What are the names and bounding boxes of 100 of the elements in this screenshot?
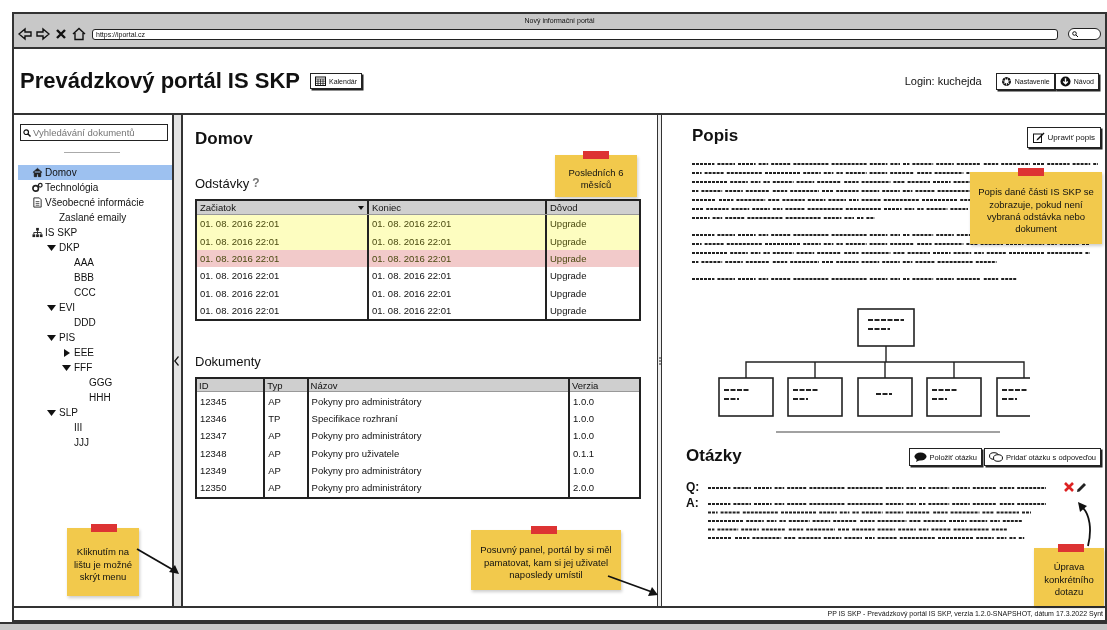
- tree-item[interactable]: Všeobecné informácie: [18, 195, 172, 210]
- table-cell: 12345: [196, 391, 265, 410]
- tree-item[interactable]: Zaslané emaily: [18, 210, 172, 225]
- arrow: [135, 547, 181, 577]
- document-icon: [32, 197, 43, 208]
- tree-item[interactable]: HHH: [18, 390, 172, 405]
- table-cell: 1.0.0: [568, 409, 640, 428]
- settings-icon: [1000, 75, 1012, 87]
- help-icon[interactable]: ?: [252, 176, 260, 190]
- tree-item[interactable]: Domov: [18, 165, 172, 180]
- tree-item[interactable]: GGG: [18, 375, 172, 390]
- org-chart-node: [857, 377, 913, 417]
- table-cell: 0.1.1: [568, 444, 640, 462]
- table-cell-text: 01. 08. 2016 22:01: [199, 269, 281, 284]
- org-chart-node: [926, 377, 982, 417]
- caret-down-icon[interactable]: [47, 303, 59, 312]
- arrow: [606, 574, 660, 598]
- section-title: Domov: [195, 129, 254, 150]
- table-cell: AP: [264, 427, 308, 445]
- tree-item[interactable]: EEE: [18, 345, 172, 360]
- search-icon: [23, 128, 31, 137]
- answer-label: A:: [686, 496, 700, 512]
- tree-item[interactable]: DKP: [18, 240, 172, 255]
- tree-item[interactable]: PIS: [18, 330, 172, 345]
- table-cell: 01. 08. 2016 22:01: [367, 267, 545, 285]
- tree-item[interactable]: CCC: [18, 285, 172, 300]
- section-title: Otázky: [686, 446, 742, 467]
- table-cell: 1.0.0: [568, 461, 640, 480]
- tree-item[interactable]: BBB: [18, 270, 172, 285]
- question-label: Q:: [686, 480, 701, 494]
- table-cell: 01. 08. 2016 22:01: [367, 249, 545, 268]
- table-cell: Pokyny pro administrátory: [307, 479, 569, 498]
- table-cell: TP: [264, 409, 308, 428]
- table-cell: 12346: [196, 409, 265, 428]
- table-cell: AP: [264, 391, 308, 410]
- column-header[interactable]: ID: [196, 378, 265, 392]
- delete-icon[interactable]: [1064, 482, 1074, 492]
- caret-down-icon[interactable]: [47, 333, 59, 342]
- caret-down-icon[interactable]: [47, 243, 59, 252]
- grip-icon: [658, 356, 661, 365]
- table-row[interactable]: 01. 08. 2016 22:01 01. 08. 2016 22:01 Upgrade: [197, 215, 639, 233]
- table-cell: Upgrade: [545, 249, 639, 268]
- caret-down-icon[interactable]: [47, 408, 59, 417]
- table-cell: Upgrade: [545, 284, 639, 302]
- home-icon[interactable]: [72, 27, 86, 41]
- table-cell: Specifikace rozhraní: [307, 409, 569, 428]
- section-title: Odstávky: [195, 175, 250, 191]
- back-icon[interactable]: [18, 27, 32, 41]
- gears-icon: [32, 182, 43, 193]
- table-cell-text: 01. 08. 2016 22:01: [199, 217, 281, 232]
- table-cell-text: 01. 08. 2016 22:01: [199, 234, 281, 249]
- chevron-left-icon: [174, 355, 179, 366]
- tree-item[interactable]: III: [18, 420, 172, 435]
- tree-item[interactable]: DDD: [18, 315, 172, 330]
- search-field[interactable]: Vyhledávání dokumentů: [20, 124, 168, 141]
- table-cell: 12347: [196, 427, 265, 445]
- tree-item[interactable]: Technológia: [18, 180, 172, 195]
- table-cell-text: 01. 08. 2016 22:01: [199, 304, 281, 319]
- tree-item[interactable]: IS SKP: [18, 225, 172, 240]
- org-chart-node: [996, 377, 1030, 417]
- org-chart-node: [787, 377, 843, 417]
- table-cell: Pokyny pro administrátory: [307, 427, 569, 445]
- pencil-icon[interactable]: [1076, 481, 1087, 493]
- search-field[interactable]: [1068, 28, 1101, 40]
- tree-item[interactable]: AAA: [18, 255, 172, 270]
- tree-item[interactable]: FFF: [18, 360, 172, 375]
- column-header[interactable]: Verzia: [568, 378, 640, 392]
- table-cell: 2.0.0: [568, 479, 640, 498]
- section-title: Dokumenty: [195, 353, 261, 369]
- org-chart-node: [718, 377, 774, 417]
- table-cell: Pokyny pro administrátory: [307, 461, 569, 480]
- sitemap-icon: [32, 227, 43, 238]
- table-cell: AP: [264, 461, 308, 480]
- org-chart-node: [857, 308, 915, 347]
- tree-item[interactable]: EVI: [18, 300, 172, 315]
- tree-item[interactable]: SLP: [18, 405, 172, 420]
- tree-item[interactable]: JJJ: [18, 435, 172, 450]
- table-cell-text: 01. 08. 2016 22:01: [199, 251, 281, 266]
- table-cell: 01. 08. 2016 22:01: [367, 284, 545, 302]
- forward-icon[interactable]: [36, 27, 50, 41]
- close-icon[interactable]: [54, 27, 68, 41]
- edit-description-button[interactable]: Upraviť popis: [1026, 126, 1101, 148]
- column-header[interactable]: Začiatok: [197, 201, 367, 214]
- speech-bubble-icon: [913, 452, 927, 462]
- edit-icon: [1032, 131, 1045, 143]
- collapse-splitter[interactable]: [172, 115, 183, 606]
- column-header[interactable]: Názov: [307, 378, 569, 392]
- login-label: Login: kuchejda: [904, 75, 982, 87]
- home-icon: [32, 167, 43, 178]
- table-row[interactable]: 01. 08. 2016 22:01 01. 08. 2016 22:01 Upgrade: [197, 232, 639, 250]
- table-cell: 1.0.0: [568, 427, 640, 445]
- table-cell: 01. 08. 2016 22:01: [367, 301, 545, 320]
- speech-bubbles-icon: [989, 452, 1003, 462]
- download-icon: [1059, 75, 1071, 87]
- column-header[interactable]: Typ: [264, 378, 308, 392]
- section-title: Popis: [692, 126, 739, 147]
- table-cell-text: 01. 08. 2016 22:01: [199, 286, 281, 301]
- resize-splitter[interactable]: [657, 115, 662, 606]
- table-cell: Pokyny pro administrátory: [307, 391, 569, 410]
- caret-down-icon[interactable]: [62, 363, 74, 372]
